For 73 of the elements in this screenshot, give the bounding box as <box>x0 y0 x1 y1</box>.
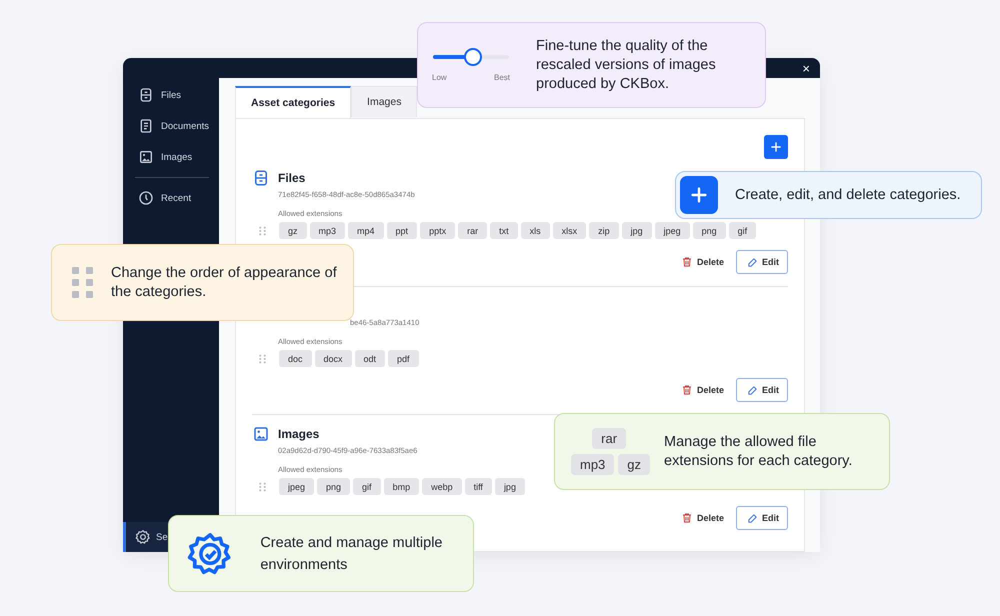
drag-handle-icon <box>258 480 267 492</box>
pencil-icon <box>747 384 758 396</box>
extension-tag: tiff <box>464 478 492 495</box>
extension-tag: odt <box>354 350 386 367</box>
extension-tag: gz <box>618 454 650 475</box>
extension-tag: gif <box>353 478 381 495</box>
sidebar-item[interactable]: Recent <box>123 187 219 209</box>
slider-label: Best <box>494 73 510 82</box>
extension-tag: jpeg <box>654 222 690 239</box>
callout-text: Manage the allowed file extensions for each category. <box>664 432 854 470</box>
extension-tag: bmp <box>384 478 420 495</box>
document-icon <box>138 118 154 134</box>
category-title: Files <box>278 171 306 185</box>
extension-tag: mp3 <box>310 222 346 239</box>
extension-tag: xlsx <box>552 222 586 239</box>
extension-tag: jpg <box>622 222 652 239</box>
extension-tag: docx <box>314 350 352 367</box>
slider-label: Low <box>432 73 447 82</box>
callout-text: Create, edit, and delete categories. <box>735 186 961 204</box>
delete-button[interactable]: Delete <box>680 250 724 274</box>
extension-tag: ppt <box>386 222 418 239</box>
sidebar-item[interactable]: Images <box>123 146 219 168</box>
trash-icon <box>680 256 693 268</box>
drag-handle-icon <box>71 266 95 299</box>
sidebar-item[interactable]: Se <box>123 522 168 552</box>
trash-icon <box>680 384 693 396</box>
trash-icon <box>680 512 693 524</box>
add-button[interactable] <box>764 135 788 159</box>
callout-text: Fine-tune the quality of the rescaled versions of images produced by CKBox. <box>536 36 717 94</box>
image-icon <box>252 425 270 443</box>
extension-tag: zip <box>589 222 619 239</box>
pencil-icon <box>747 512 758 524</box>
delete-button[interactable]: Delete <box>680 378 724 402</box>
extension-tag: pptx <box>420 222 456 239</box>
extension-tag: mp3 <box>571 454 614 475</box>
plus-icon <box>769 140 783 154</box>
extension-tag: gz <box>279 222 307 239</box>
callout-text: Change the order of appearance of the categories. <box>111 264 338 302</box>
extension-tag: rar <box>592 428 626 449</box>
drag-handle-icon <box>258 224 267 236</box>
extension-tag: xls <box>520 222 550 239</box>
sidebar-item[interactable]: Documents <box>123 115 219 137</box>
extension-tag: jpg <box>494 478 525 495</box>
category-title: Images <box>278 427 320 441</box>
image-icon <box>138 149 154 165</box>
callout-text: Create and manage multiple environments <box>260 534 444 574</box>
tab[interactable]: Images <box>351 86 418 117</box>
extension-tag: gif <box>728 222 756 239</box>
file-cabinet-icon <box>252 169 270 187</box>
extension-tag: jpeg <box>279 478 314 495</box>
clock-icon <box>138 190 154 206</box>
delete-button[interactable]: Delete <box>680 506 724 530</box>
quality-slider[interactable] <box>432 48 510 66</box>
edit-button[interactable]: Edit <box>736 506 788 530</box>
extension-tag: png <box>692 222 726 239</box>
extension-tag: pdf <box>388 350 419 367</box>
extension-tag: png <box>317 478 350 495</box>
close-button[interactable]: × <box>800 62 812 74</box>
extension-tag: webp <box>422 478 462 495</box>
extension-tag: txt <box>490 222 518 239</box>
tab[interactable]: Asset categories <box>235 86 352 118</box>
extension-tag: rar <box>458 222 488 239</box>
gear-icon <box>135 529 151 545</box>
slider-thumb[interactable] <box>464 48 482 66</box>
extension-tag: doc <box>279 350 312 367</box>
sidebar-item[interactable]: Files <box>123 84 219 106</box>
edit-button[interactable]: Edit <box>736 250 788 274</box>
add-button[interactable] <box>680 176 718 214</box>
pencil-icon <box>747 256 758 268</box>
edit-button[interactable]: Edit <box>736 378 788 402</box>
drag-handle-icon <box>258 352 267 364</box>
file-cabinet-icon <box>138 87 154 103</box>
extension-tag: mp4 <box>348 222 384 239</box>
